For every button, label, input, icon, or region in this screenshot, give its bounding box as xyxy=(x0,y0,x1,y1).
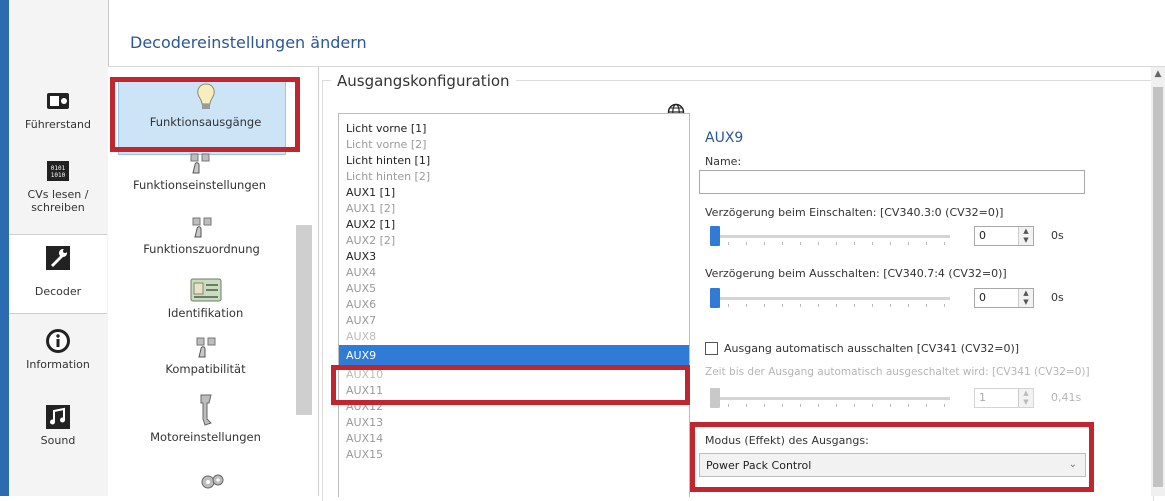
svg-text:0101: 0101 xyxy=(51,165,66,172)
page-title: Decodereinstellungen ändern xyxy=(130,33,367,52)
sidebar-item-fuehrerstand[interactable]: Führerstand xyxy=(9,88,107,131)
slider-thumb xyxy=(710,388,720,408)
info-icon xyxy=(46,329,70,353)
sidebar-item-cvs[interactable]: 0101 1010 CVs lesen / schreiben xyxy=(9,158,107,214)
slider-thumb[interactable] xyxy=(710,226,720,246)
output-list-item[interactable]: AUX1 [2] xyxy=(339,201,689,217)
output-list-item[interactable]: AUX8 xyxy=(339,329,689,345)
output-list-item[interactable]: AUX7 xyxy=(339,313,689,329)
sidebar-item-label: Information xyxy=(26,358,90,371)
output-list-item[interactable]: Licht hinten [1] xyxy=(339,153,689,169)
sidebar-edge xyxy=(0,0,9,496)
spinbox-value: 1 xyxy=(979,391,986,404)
spin-arrows-icon[interactable]: ▲ ▼ xyxy=(1018,227,1033,245)
output-list-item[interactable]: AUX13 xyxy=(339,415,689,431)
navigation-sidebar: Führerstand 0101 1010 CVs lesen / schrei… xyxy=(0,0,109,496)
sidebar-item-label: Decoder xyxy=(34,285,82,298)
category-scrollbar[interactable] xyxy=(296,225,312,415)
auto-off-label: Ausgang automatisch ausschalten [CV341 (… xyxy=(724,342,1020,355)
category-label: Funktionseinstellungen xyxy=(132,178,266,192)
off-delay-slider[interactable] xyxy=(710,288,950,308)
spinbox-value: 0 xyxy=(979,291,986,304)
highlight-frame-category xyxy=(110,77,300,152)
on-delay-label: Verzögerung beim Einschalten: [CV340.3:0… xyxy=(705,206,1004,219)
spin-arrows-icon: ▲ ▼ xyxy=(1018,389,1033,407)
auto-off-time-unit: 0,41s xyxy=(1051,391,1082,404)
auto-off-time-slider xyxy=(710,388,950,408)
output-list-item[interactable]: AUX6 xyxy=(339,297,689,313)
sidebar-item-sound[interactable]: Sound xyxy=(9,404,107,447)
spinbox-value: 0 xyxy=(979,229,986,242)
highlight-frame-output xyxy=(331,365,690,405)
output-list-item[interactable]: AUX9 xyxy=(339,345,689,367)
music-note-icon xyxy=(46,405,70,429)
output-list-item[interactable]: Licht vorne [1] xyxy=(339,121,689,137)
sidebar-item-decoder[interactable]: Decoder xyxy=(9,234,107,314)
gear-cluster-icon xyxy=(201,474,224,489)
output-list-item[interactable]: AUX5 xyxy=(339,281,689,297)
category-label: Motoreinstellungen xyxy=(150,430,261,444)
scrollbar-thumb[interactable] xyxy=(1153,87,1163,487)
output-list-item[interactable]: AUX14 xyxy=(339,431,689,447)
on-delay-unit: 0s xyxy=(1051,229,1064,242)
auto-off-time-label: Zeit bis der Ausgang automatisch ausgesc… xyxy=(705,366,1090,378)
group-title: Ausgangskonfiguration xyxy=(331,72,516,90)
cv-read-write-icon: 0101 1010 xyxy=(47,161,69,181)
output-list-item[interactable]: AUX2 [2] xyxy=(339,233,689,249)
output-list-item[interactable]: AUX2 [1] xyxy=(339,217,689,233)
category-item-funktionszuordnung[interactable]: Funktionszuordnung xyxy=(114,217,289,256)
on-delay-spinbox[interactable]: 0 ▲ ▼ xyxy=(974,226,1034,246)
function-settings-icon xyxy=(190,153,209,174)
main-scrollbar[interactable]: ▲ xyxy=(1151,67,1165,496)
on-delay-slider[interactable] xyxy=(710,226,950,246)
driver-cab-icon xyxy=(47,93,69,109)
name-input[interactable] xyxy=(699,170,1085,194)
category-item-kompatibilitaet[interactable]: Kompatibilität xyxy=(118,337,293,376)
detail-title: AUX9 xyxy=(705,130,744,146)
category-label: Funktionszuordnung xyxy=(143,242,260,256)
output-list-item[interactable]: AUX3 xyxy=(339,249,689,265)
spin-arrows-icon[interactable]: ▲ ▼ xyxy=(1018,289,1033,307)
category-label: Identifikation xyxy=(167,306,244,320)
sidebar-item-label: Sound xyxy=(40,434,76,447)
sidebar-item-label: CVs lesen / schreiben xyxy=(27,188,89,214)
category-item-motoreinstellungen[interactable]: Motoreinstellungen xyxy=(118,393,293,444)
auto-off-checkbox[interactable] xyxy=(705,342,718,355)
slider-thumb[interactable] xyxy=(710,288,720,308)
output-list-item[interactable]: Licht hinten [2] xyxy=(339,169,689,185)
category-item-identifikation[interactable]: Identifikation xyxy=(118,277,293,320)
compatibility-icon xyxy=(196,337,215,358)
highlight-frame-mode xyxy=(690,422,1094,492)
scroll-up-icon[interactable]: ▲ xyxy=(1151,69,1165,79)
sidebar-item-label: Führerstand xyxy=(25,118,91,131)
wrench-icon xyxy=(46,246,70,270)
sidebar-item-information[interactable]: Information xyxy=(9,328,107,371)
svg-text:1010: 1010 xyxy=(51,172,66,179)
off-delay-unit: 0s xyxy=(1051,291,1064,304)
output-list-item[interactable]: Licht vorne [2] xyxy=(339,137,689,153)
auto-off-time-spinbox: 1 ▲ ▼ xyxy=(974,388,1034,408)
id-card-icon xyxy=(190,278,221,302)
output-list[interactable]: Licht vorne [1] Licht vorne [2] Licht hint… xyxy=(338,113,690,497)
category-label: Kompatibilität xyxy=(165,362,246,376)
off-delay-label: Verzögerung beim Ausschalten: [CV340.7:4… xyxy=(705,267,1007,280)
category-item-funktionseinstellungen[interactable]: Funktionseinstellungen xyxy=(112,153,287,192)
output-list-item[interactable]: AUX4 xyxy=(339,265,689,281)
function-mapping-icon xyxy=(192,217,211,238)
output-list-item[interactable]: AUX1 [1] xyxy=(339,185,689,201)
off-delay-spinbox[interactable]: 0 ▲ ▼ xyxy=(974,288,1034,308)
name-label: Name: xyxy=(705,155,742,168)
motor-icon xyxy=(200,394,212,426)
output-list-item[interactable]: AUX15 xyxy=(339,447,689,463)
